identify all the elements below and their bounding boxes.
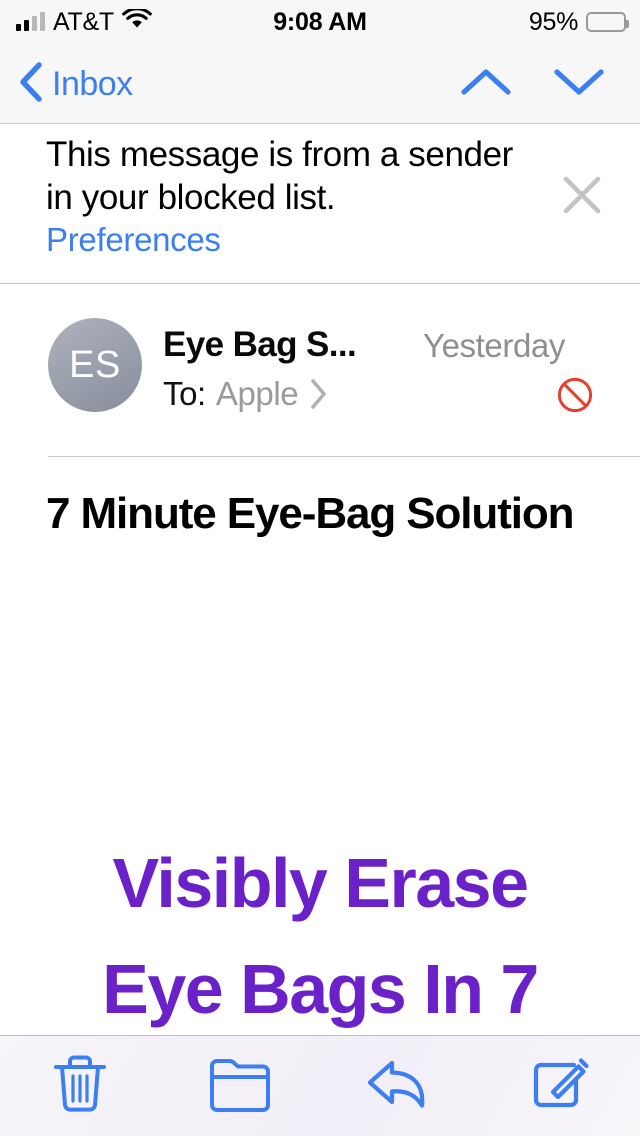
blocked-sender-banner: This message is from a sender in your bl… [0, 125, 640, 283]
reply-button[interactable] [320, 1036, 480, 1136]
reply-icon [365, 1055, 435, 1118]
blocked-banner-close-button[interactable] [561, 174, 603, 216]
battery-percent-label: 95% [528, 7, 578, 36]
previous-message-button[interactable] [458, 44, 514, 124]
avatar-initials: ES [69, 343, 121, 386]
promo-headline: Visibly Erase Eye Bags In 7 [0, 830, 640, 1035]
navigation-bar: Inbox [0, 44, 640, 124]
message-toolbar [0, 1035, 640, 1136]
back-button-label: Inbox [52, 64, 133, 103]
clock-label: 9:08 AM [273, 7, 367, 36]
move-to-folder-button[interactable] [160, 1036, 320, 1136]
blocked-banner-message: This message is from a sender in your bl… [46, 135, 513, 217]
promo-headline-line-2: Eye Bags In 7 [102, 950, 539, 1028]
chevron-down-icon [552, 66, 606, 103]
sender-divider [48, 456, 640, 457]
chevron-up-icon [459, 66, 513, 103]
compose-icon [529, 1054, 591, 1119]
message-date: Yesterday [423, 327, 565, 364]
next-message-button[interactable] [551, 44, 607, 124]
status-bar: AT&T 9:08 AM 95% [0, 0, 640, 44]
folder-icon [208, 1056, 272, 1117]
recipient-row[interactable]: To: Apple [163, 375, 328, 413]
compose-button[interactable] [480, 1036, 640, 1136]
avatar[interactable]: ES [48, 318, 142, 412]
mail-message-screen: AT&T 9:08 AM 95% Inbox This message is f… [0, 0, 640, 1136]
blocked-banner-preferences-link[interactable]: Preferences [46, 221, 221, 259]
recipient-label: To: [163, 375, 206, 412]
recipient-value: Apple [215, 375, 299, 412]
blocked-circle-slash-icon[interactable] [556, 376, 594, 414]
message-body[interactable]: Visibly Erase Eye Bags In 7 [0, 620, 640, 1035]
chevron-left-icon [18, 60, 44, 109]
sender-name: Eye Bag S... [163, 325, 357, 364]
trash-icon [51, 1053, 109, 1120]
delete-button[interactable] [0, 1036, 160, 1136]
message-subject: 7 Minute Eye-Bag Solution [46, 489, 575, 538]
promo-headline-line-1: Visibly Erase [112, 844, 529, 922]
battery-icon [586, 12, 629, 32]
chevron-right-icon [308, 377, 328, 411]
status-bar-right: 95% [528, 0, 629, 44]
back-to-inbox-button[interactable]: Inbox [18, 44, 133, 124]
